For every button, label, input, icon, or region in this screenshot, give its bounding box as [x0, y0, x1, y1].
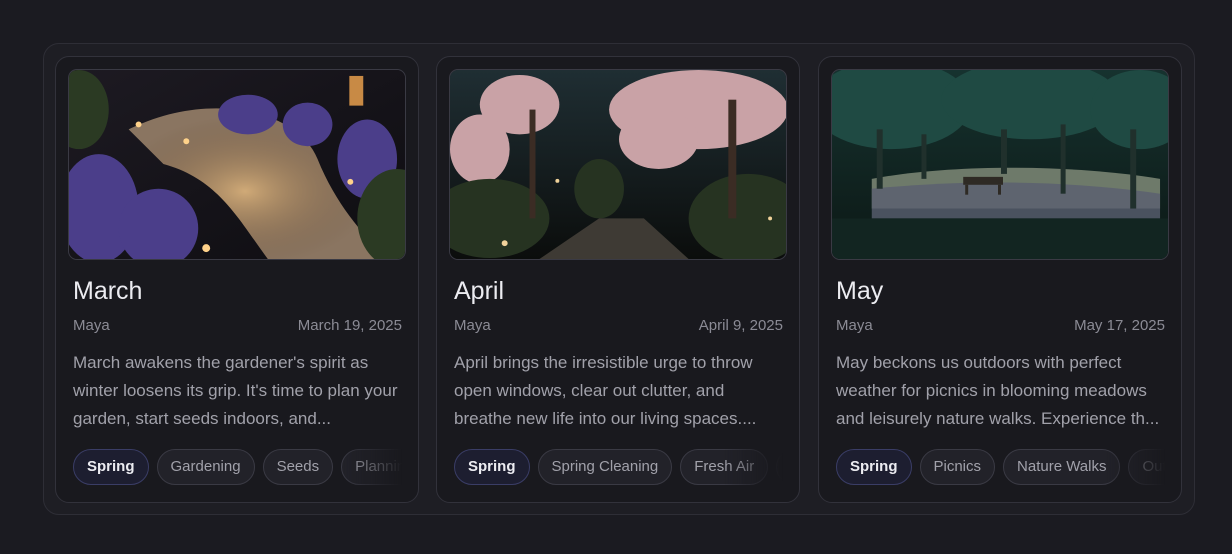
tag-chip[interactable]: Seeds [262, 449, 334, 485]
tag-list: Spring Gardening Seeds Planning [73, 449, 402, 485]
post-date: May 17, 2025 [1074, 317, 1165, 334]
post-author: Maya [73, 317, 110, 334]
post-meta: Maya May 17, 2025 [836, 317, 1165, 334]
post-title[interactable]: March [73, 277, 142, 306]
tag-chip[interactable]: Nature Walks [1003, 449, 1121, 485]
post-excerpt: March awakens the gardener's spirit as w… [73, 353, 398, 428]
tag-chip[interactable]: Picnics [919, 449, 996, 485]
tag-chip[interactable]: Spring Cleaning [537, 449, 673, 485]
tag-chip[interactable]: Spring [73, 449, 149, 485]
post-author: Maya [454, 317, 491, 334]
tag-chip[interactable] [776, 449, 783, 485]
tag-chip[interactable]: Fresh Air [680, 449, 769, 485]
tag-list: Spring Spring Cleaning Fresh Air [454, 449, 783, 485]
post-card-april[interactable]: April Maya April 9, 2025 April brings th… [436, 56, 800, 503]
post-image-march [68, 69, 406, 260]
post-date: April 9, 2025 [698, 317, 783, 334]
post-title[interactable]: May [836, 277, 883, 306]
card-carousel: March Maya March 19, 2025 March awakens … [43, 43, 1195, 515]
tag-chip[interactable]: Outdoors [1128, 449, 1165, 485]
tag-chip[interactable]: Planning [341, 449, 402, 485]
post-author: Maya [836, 317, 873, 334]
post-card-march[interactable]: March Maya March 19, 2025 March awakens … [55, 56, 419, 503]
post-image-may [831, 69, 1169, 260]
tag-chip[interactable]: Gardening [156, 449, 255, 485]
post-title[interactable]: April [454, 277, 504, 306]
post-excerpt: April brings the irresistible urge to th… [454, 353, 757, 428]
post-card-may[interactable]: May Maya May 17, 2025 May beckons us out… [818, 56, 1182, 503]
post-date: March 19, 2025 [297, 317, 402, 334]
post-excerpt: May beckons us outdoors with perfect wea… [836, 353, 1160, 428]
post-image-april [449, 69, 787, 260]
tag-list: Spring Picnics Nature Walks Outdoors [836, 449, 1165, 485]
post-meta: Maya March 19, 2025 [73, 317, 402, 334]
tag-chip[interactable]: Spring [454, 449, 530, 485]
tag-chip[interactable]: Spring [836, 449, 912, 485]
post-meta: Maya April 9, 2025 [454, 317, 783, 334]
